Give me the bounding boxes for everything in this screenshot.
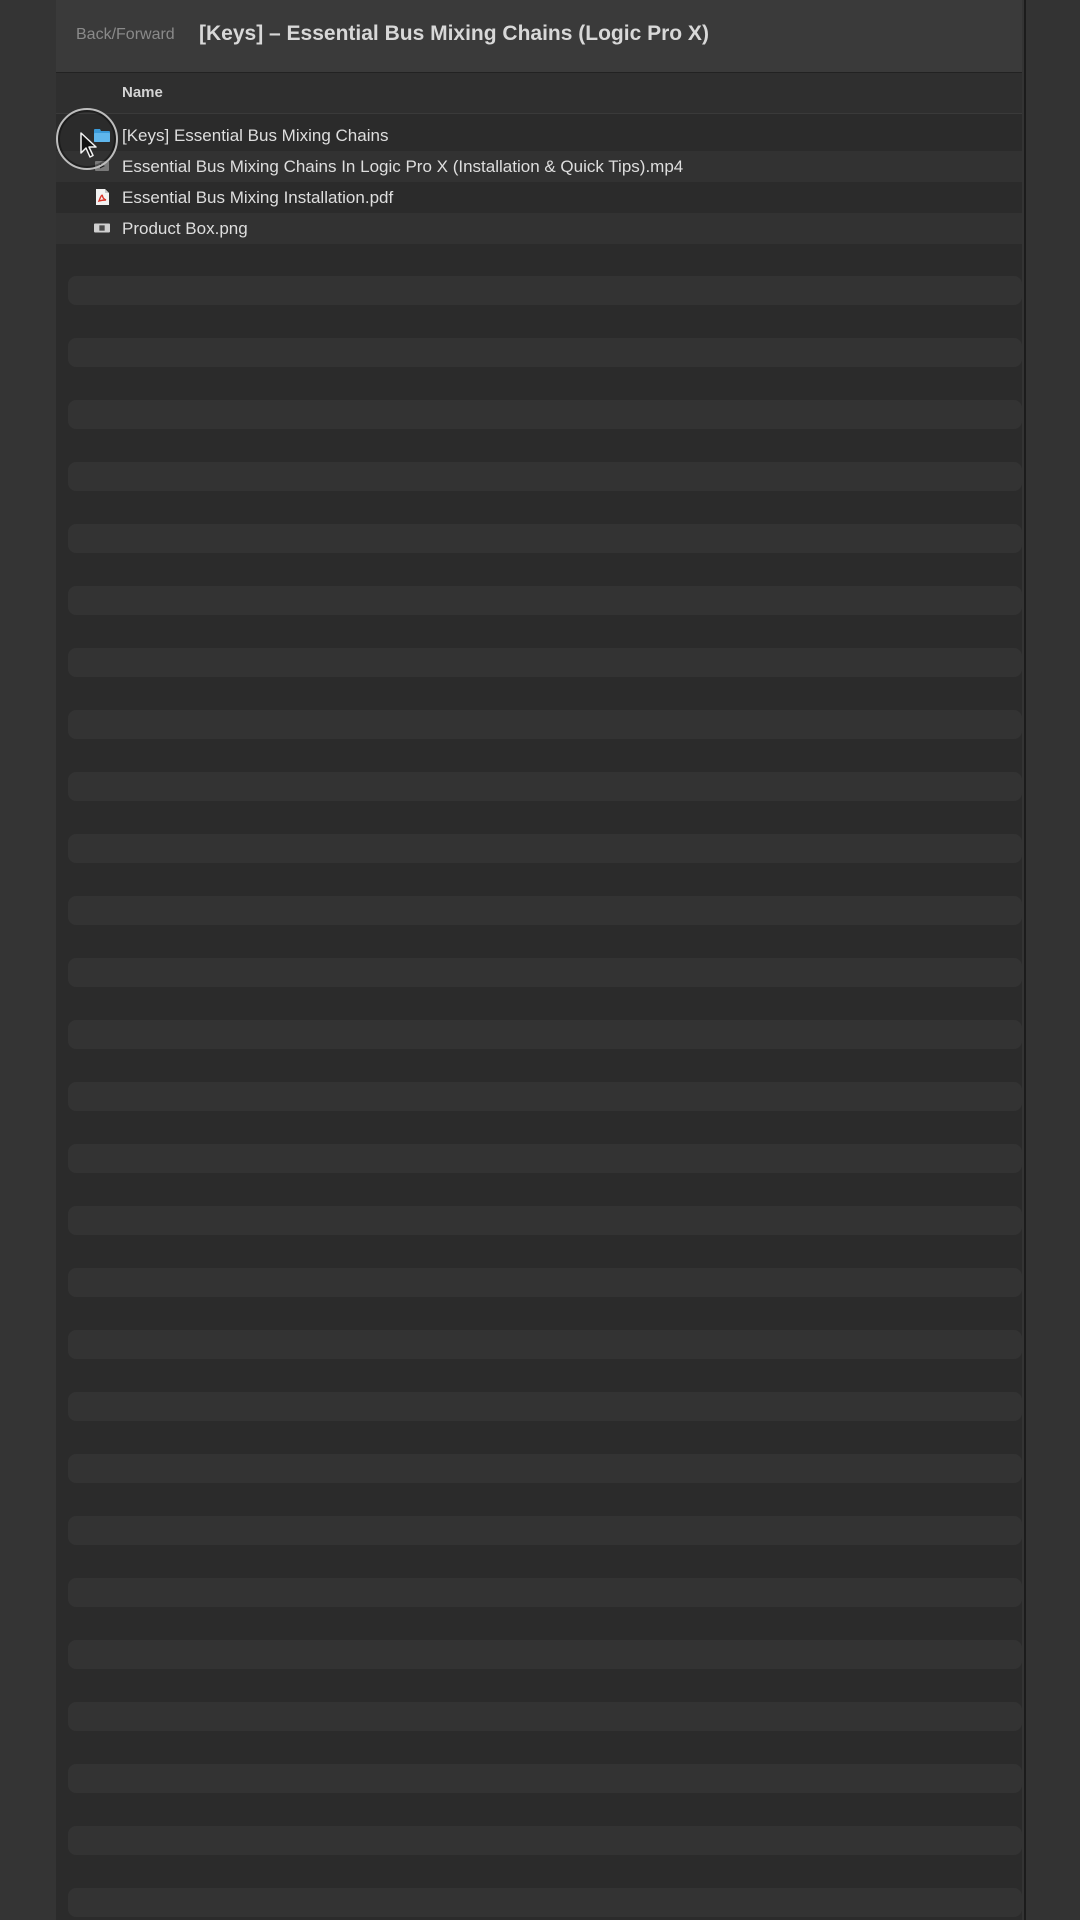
image-file-icon	[94, 221, 110, 235]
window-title: [Keys] – Essential Bus Mixing Chains (Lo…	[199, 22, 709, 45]
list-item[interactable]: Product Box.png	[56, 213, 1022, 244]
back-forward-button[interactable]: Back/Forward	[76, 26, 175, 44]
item-label: Product Box.png	[122, 219, 248, 238]
mouse-pointer-icon	[80, 132, 98, 163]
file-list: [Keys] Essential Bus Mixing Chains Essen…	[56, 120, 1022, 244]
item-label: [Keys] Essential Bus Mixing Chains	[122, 126, 389, 145]
window-toolbar: Back/Forward [Keys] – Essential Bus Mixi…	[56, 0, 1022, 73]
list-header: Name	[56, 73, 1022, 114]
item-label: Essential Bus Mixing Installation.pdf	[122, 188, 394, 207]
adjacent-window-edge	[1024, 0, 1080, 1920]
finder-window: Back/Forward [Keys] – Essential Bus Mixi…	[56, 0, 1022, 1920]
list-item[interactable]: Essential Bus Mixing Installation.pdf	[56, 182, 1022, 213]
column-header-name[interactable]: Name	[122, 84, 163, 101]
item-label: Essential Bus Mixing Chains In Logic Pro…	[122, 157, 684, 176]
pdf-file-icon	[94, 189, 110, 205]
list-item[interactable]: Essential Bus Mixing Chains In Logic Pro…	[56, 151, 1022, 182]
list-item[interactable]: [Keys] Essential Bus Mixing Chains	[56, 120, 1022, 151]
